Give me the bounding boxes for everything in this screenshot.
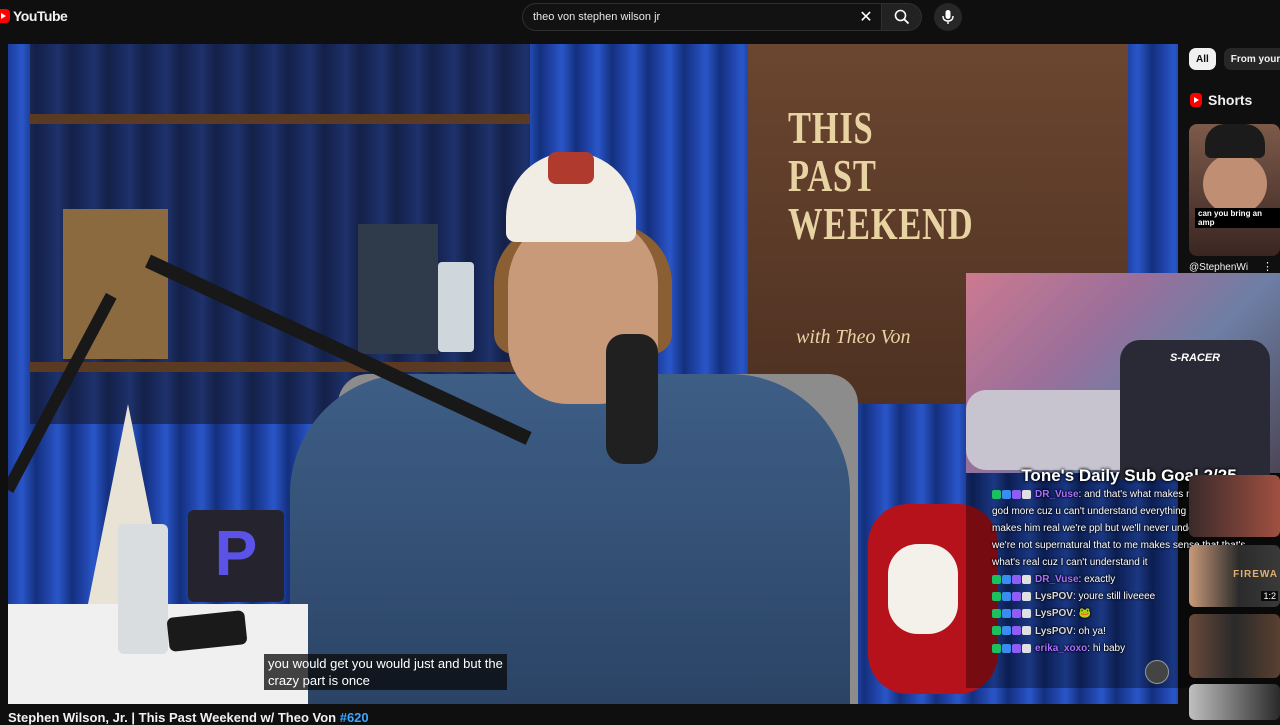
hashtag-link[interactable]: #620: [340, 710, 369, 725]
logo-text: YouTube: [13, 8, 68, 24]
drink-can: [118, 524, 168, 654]
chat-text: : oh ya!: [1072, 625, 1106, 637]
close-icon[interactable]: ✕: [857, 8, 875, 26]
related-video-thumbnail[interactable]: [1189, 475, 1280, 537]
search-input[interactable]: [533, 11, 853, 23]
chat-badge-icon: [1002, 489, 1011, 499]
video-title: Stephen Wilson, Jr. | This Past Weekend …: [8, 710, 369, 725]
caption-line: you would get you would just and but the: [268, 656, 503, 671]
chat-text: : hi baby: [1087, 642, 1126, 654]
chat-badges: [992, 623, 1032, 640]
chat-username: LysPOV: [1035, 625, 1073, 637]
related-video-thumbnail[interactable]: [1189, 614, 1280, 678]
chat-badge-icon: [1012, 609, 1021, 619]
chat-badge-icon: [1002, 626, 1011, 636]
shorts-icon: [1190, 93, 1202, 107]
chip-all[interactable]: All: [1189, 48, 1216, 70]
chat-badge-icon: [1002, 609, 1011, 619]
shorts-header: Shorts: [1190, 92, 1252, 108]
book: [358, 224, 438, 354]
caption-line: crazy part is once: [268, 673, 370, 688]
short-thumbnail[interactable]: can you bring an amp: [1189, 124, 1280, 256]
thumbnail-text: FIREWA: [1233, 569, 1278, 580]
related-video-thumbnail[interactable]: [1189, 684, 1280, 720]
chat-badge-icon: [1022, 575, 1031, 584]
chat-badge-icon: [1022, 626, 1031, 636]
short-cap: [1205, 124, 1265, 158]
shelf: [30, 362, 530, 372]
cap-logo: [548, 152, 594, 184]
bed: [966, 390, 1146, 470]
chat-badge-icon: [992, 592, 1001, 602]
chat-badge-icon: [1022, 643, 1031, 653]
chat-badge-icon: [1012, 489, 1021, 499]
chat-username: LysPOV: [1035, 608, 1073, 620]
chat-badge-icon: [1012, 575, 1021, 584]
related-video-thumbnail[interactable]: FIREWA 1:2: [1189, 545, 1280, 607]
chat-badge-icon: [1002, 643, 1011, 653]
chat-badge-icon: [992, 643, 1001, 653]
chat-badge-icon: [1002, 592, 1011, 602]
chat-avatar: [1145, 660, 1169, 684]
chat-username: erika_xoxo: [1035, 642, 1088, 654]
chat-username: LysPOV: [1035, 591, 1073, 603]
chat-badge-icon: [1012, 643, 1021, 653]
chip-from-your-search[interactable]: From your s: [1223, 48, 1280, 70]
chat-badge-icon: [1012, 626, 1021, 636]
chat-badge-icon: [1022, 609, 1031, 619]
shelf: [30, 114, 530, 124]
chat-badge-icon: [992, 489, 1001, 499]
sign-text: THIS PAST WEEKEND: [788, 102, 974, 249]
chat-badge-icon: [1002, 575, 1011, 584]
chat-text: : 🐸: [1072, 608, 1091, 620]
gaming-chair-brand: S-RACER: [1170, 352, 1221, 364]
box-letter: P: [214, 517, 258, 589]
chat-username: DR_Vuse: [1035, 489, 1079, 501]
filter-chips: All From your s: [1189, 48, 1280, 70]
top-bar: YouTube ✕: [0, 0, 1280, 34]
more-options-icon[interactable]: ⋮: [1262, 260, 1273, 273]
book: [63, 209, 168, 359]
chat-badges: [992, 588, 1032, 605]
search-box[interactable]: ✕: [522, 3, 882, 31]
chat-badges: [992, 571, 1032, 588]
sign-script: with Theo Von: [796, 326, 911, 348]
caption-box: you would get you would just and but the…: [264, 654, 507, 690]
voice-search-button[interactable]: [934, 3, 962, 31]
chat-text: : exactly: [1078, 574, 1116, 586]
search-icon: [894, 9, 909, 25]
drink-can: [438, 262, 474, 352]
video-title-text: Stephen Wilson, Jr. | This Past Weekend …: [8, 710, 340, 725]
chat-badge-icon: [992, 626, 1001, 636]
santa-fur: [888, 544, 958, 634]
chat-username: DR_Vuse: [1035, 574, 1079, 586]
video-duration: 1:2: [1261, 591, 1278, 601]
chat-badge-icon: [1012, 592, 1021, 602]
chat-badge-icon: [992, 575, 1001, 584]
chat-badges: [992, 605, 1032, 622]
short-channel-name[interactable]: @StephenWi: [1189, 262, 1248, 273]
short-face: [1203, 154, 1267, 214]
microphone-icon: [942, 10, 954, 24]
chat-badges: [992, 640, 1032, 657]
microphone: [606, 334, 658, 464]
search-button[interactable]: [882, 3, 922, 31]
short-caption: can you bring an amp: [1195, 208, 1280, 228]
youtube-logo[interactable]: YouTube: [0, 8, 68, 24]
chat-badges: [992, 486, 1032, 503]
shorts-title: Shorts: [1208, 92, 1253, 108]
chat-text: : youre still liveeee: [1072, 591, 1156, 603]
chat-badge-icon: [1022, 489, 1031, 499]
chat-badge-icon: [992, 609, 1001, 619]
youtube-logo-icon: [0, 9, 10, 23]
chat-badge-icon: [1022, 592, 1031, 602]
